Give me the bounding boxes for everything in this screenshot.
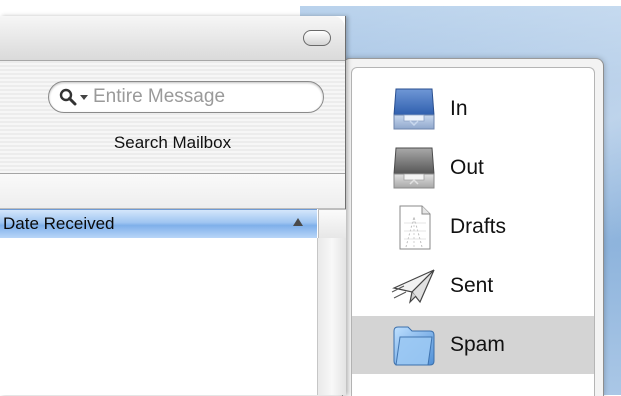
outbox-tray-icon [393, 147, 435, 189]
folder-icon [393, 326, 435, 366]
search-area: Entire Message Search Mailbox [0, 61, 345, 174]
toolbar-toggle-button[interactable] [303, 30, 331, 46]
column-header-label: Date Received [3, 214, 115, 233]
toolbar-strip [0, 174, 345, 209]
search-field[interactable]: Entire Message [48, 81, 324, 113]
mailbox-label: In [450, 97, 468, 120]
window-toolbar [0, 16, 345, 61]
mailbox-label: Out [450, 156, 484, 179]
search-placeholder: Entire Message [93, 86, 226, 107]
drafts-document-icon [399, 205, 431, 250]
column-header-extra [318, 209, 346, 239]
paper-plane-icon [391, 269, 435, 304]
message-list[interactable] [0, 238, 317, 395]
sort-ascending-icon [293, 218, 303, 226]
mailbox-item-spam[interactable]: Spam [352, 316, 594, 374]
mailbox-item-out[interactable]: Out [352, 139, 594, 197]
vertical-scrollbar[interactable] [317, 238, 346, 395]
mailbox-item-in[interactable]: In [352, 80, 594, 138]
column-header-date-received[interactable]: Date Received [0, 209, 317, 239]
magnifying-glass-icon[interactable] [59, 88, 77, 106]
mailbox-label: Sent [450, 274, 494, 297]
mailbox-item-sent[interactable]: Sent [352, 257, 594, 315]
mailboxes-list: In Out Drafts Sent Spam [351, 67, 595, 396]
mailboxes-panel: In Out Drafts Sent Spam [342, 58, 604, 396]
search-label: Search Mailbox [113, 133, 232, 152]
chevron-down-icon[interactable] [80, 95, 88, 100]
mailbox-item-drafts[interactable]: Drafts [352, 198, 594, 256]
mailbox-label: Spam [450, 333, 505, 356]
inbox-tray-icon [393, 88, 435, 130]
mail-drawer: Entire Message Search Mailbox Date Recei… [0, 16, 346, 395]
mailbox-label: Drafts [450, 215, 507, 238]
